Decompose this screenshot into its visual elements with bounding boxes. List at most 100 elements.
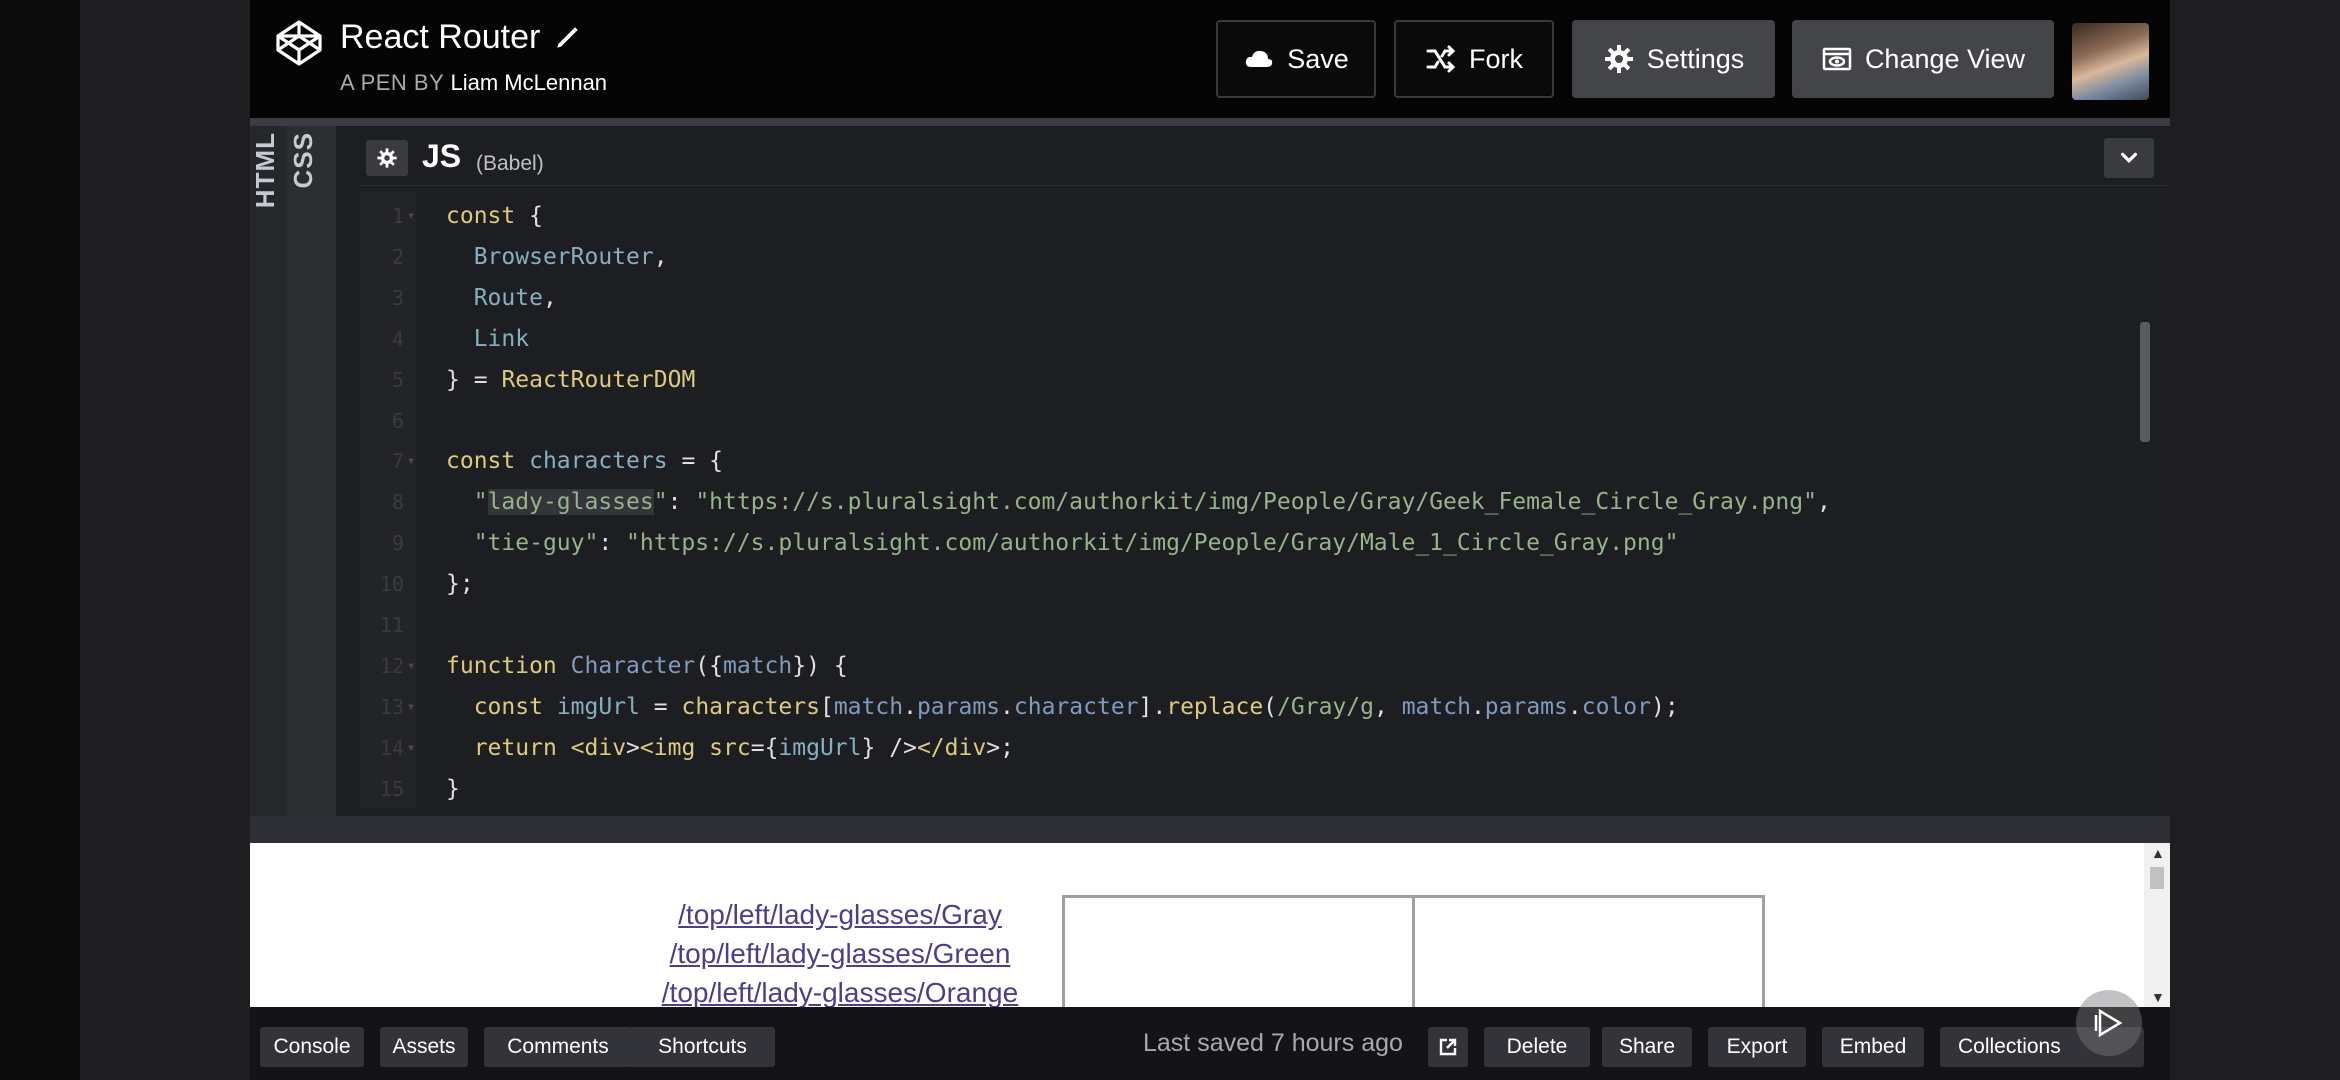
js-options-dropdown[interactable]: [2104, 138, 2154, 178]
line-number: 11: [379, 613, 404, 637]
comments-button[interactable]: Comments: [484, 1027, 632, 1067]
embed-button[interactable]: Embed: [1822, 1027, 1924, 1067]
pencil-icon[interactable]: [554, 25, 580, 51]
code-line[interactable]: 5} = ReactRouterDOM: [360, 360, 2150, 400]
cloud-icon: [1246, 50, 1273, 67]
line-number: 12: [379, 653, 404, 678]
code-editor[interactable]: 1 ▾ const {2 BrowserRouter, 3 Route, 4 Link 5…: [360, 192, 2150, 808]
user-avatar[interactable]: [2072, 23, 2149, 100]
code-text: } = ReactRouterDOM: [446, 366, 696, 393]
code-text: const characters = {: [446, 448, 724, 475]
code-text: }: [446, 775, 460, 802]
last-saved-status: Last saved 7 hours ago: [1143, 1029, 1403, 1057]
open-external-button[interactable]: [1428, 1027, 1468, 1067]
css-tab-collapsed[interactable]: [286, 126, 336, 816]
footer-bar: Console Assets Comments Shortcuts Last s…: [250, 1007, 2170, 1080]
js-settings-button[interactable]: [366, 140, 408, 176]
code-line[interactable]: 10};: [360, 564, 2150, 604]
preview-box: [1062, 895, 1415, 1007]
tab-css[interactable]: CSS: [288, 132, 319, 188]
code-line[interactable]: 15}: [360, 769, 2150, 809]
export-button[interactable]: Export: [1708, 1027, 1806, 1067]
code-line[interactable]: 13 ▾ const imgUrl = characters[match.para…: [360, 687, 2150, 727]
byline: A PEN BY Liam McLennan: [340, 70, 607, 96]
header-divider: [250, 118, 2170, 126]
save-label: Save: [1287, 43, 1349, 74]
html-tab-collapsed[interactable]: [250, 126, 286, 816]
code-line[interactable]: 6: [360, 401, 2150, 441]
code-line[interactable]: 3 Route,: [360, 278, 2150, 318]
layout-eye-icon: [1822, 47, 1852, 71]
code-line[interactable]: 8 "lady-glasses": "https://s.pluralsight…: [360, 482, 2150, 522]
line-number: 15: [379, 776, 404, 801]
editor-scrollbar[interactable]: [2140, 322, 2150, 442]
code-text: Link: [473, 325, 530, 352]
code-text: Route,: [473, 284, 557, 311]
code-text: function Character({match}) {: [446, 652, 848, 679]
code-text: "tie-guy": "https://s.pluralsight.com/au…: [473, 530, 1679, 557]
code-line[interactable]: 14 ▾ return <div><img src={imgUrl} /></di…: [360, 728, 2150, 768]
save-button[interactable]: Save: [1216, 20, 1376, 98]
shortcuts-button[interactable]: Shortcuts: [630, 1027, 775, 1067]
fork-label: Fork: [1469, 43, 1523, 74]
fold-arrow-icon[interactable]: ▾: [407, 728, 415, 768]
settings-button[interactable]: Settings: [1572, 20, 1775, 98]
external-link-icon: [1439, 1038, 1457, 1056]
change-view-label: Change View: [1864, 43, 2026, 74]
pane-resizer[interactable]: [250, 816, 2170, 843]
scroll-up-icon[interactable]: ▲: [2151, 845, 2165, 861]
line-number: 13: [379, 694, 404, 719]
scroll-down-icon[interactable]: ▼: [2151, 989, 2165, 1005]
fold-arrow-icon[interactable]: ▾: [407, 687, 415, 727]
fork-button[interactable]: Fork: [1394, 20, 1554, 98]
video-play-overlay[interactable]: [2076, 990, 2142, 1056]
line-number: 2: [391, 244, 404, 269]
js-editor-pane: JS (Babel) 1 ▾ const {2 BrowserRouter, 3 Ro…: [360, 132, 2170, 814]
js-label: JS: [422, 138, 462, 174]
gear-icon: [377, 148, 397, 168]
js-editor-header: JS (Babel): [360, 132, 2170, 186]
chevron-down-icon: [2120, 152, 2138, 164]
preview-box: [1412, 895, 1765, 1007]
preview-pane: /top/left/lady-glasses/Gray /top/left/la…: [250, 843, 2170, 1007]
code-line[interactable]: 7 ▾ const characters = {: [360, 441, 2150, 481]
tab-html[interactable]: HTML: [250, 132, 281, 208]
delete-button[interactable]: Delete: [1484, 1027, 1590, 1067]
line-number: 6: [391, 408, 404, 433]
line-number: 9: [391, 531, 404, 556]
route-link[interactable]: /top/left/lady-glasses/Green: [630, 934, 1050, 973]
code-line[interactable]: 9 "tie-guy": "https://s.pluralsight.com/…: [360, 523, 2150, 563]
byline-prefix: A PEN BY: [340, 70, 444, 95]
code-line[interactable]: 11: [360, 605, 2150, 645]
scroll-thumb[interactable]: [2150, 867, 2164, 889]
line-number: 14: [379, 735, 404, 760]
console-button[interactable]: Console: [260, 1027, 364, 1067]
editor-area: HTML CSS JS (Babel) 1 ▾ const {2 BrowserRo…: [250, 126, 2170, 816]
gear-icon: [1604, 45, 1633, 73]
code-line[interactable]: 4 Link: [360, 319, 2150, 359]
codepen-logo-icon[interactable]: [274, 18, 324, 68]
code-line[interactable]: 12 ▾ function Character({match}) {: [360, 646, 2150, 686]
share-button[interactable]: Share: [1602, 1027, 1692, 1067]
code-text: const {: [446, 203, 543, 229]
line-number: 7: [391, 449, 404, 474]
route-link[interactable]: /top/left/lady-glasses/Gray: [630, 895, 1050, 934]
left-margin: [0, 0, 80, 1080]
preview-scrollbar[interactable]: ▲ ▼: [2144, 843, 2170, 1007]
line-number: 1: [391, 204, 404, 228]
pen-title[interactable]: React Router: [340, 18, 540, 57]
code-line[interactable]: 2 BrowserRouter,: [360, 237, 2150, 277]
code-line[interactable]: 1 ▾ const {: [360, 196, 2150, 236]
fold-arrow-icon[interactable]: ▾: [407, 441, 415, 481]
route-link[interactable]: /top/left/lady-glasses/Orange: [630, 973, 1050, 1007]
change-view-button[interactable]: Change View: [1792, 20, 2054, 98]
settings-label: Settings: [1646, 43, 1745, 74]
code-text: const imgUrl = characters[match.params.c…: [473, 693, 1679, 720]
assets-button[interactable]: Assets: [380, 1027, 468, 1067]
fold-arrow-icon[interactable]: ▾: [407, 646, 415, 686]
fold-arrow-icon[interactable]: ▾: [407, 196, 415, 236]
author-link[interactable]: Liam McLennan: [451, 70, 608, 95]
js-preprocessor: (Babel): [476, 152, 544, 175]
code-text: };: [446, 571, 474, 598]
line-number: 10: [379, 572, 404, 597]
